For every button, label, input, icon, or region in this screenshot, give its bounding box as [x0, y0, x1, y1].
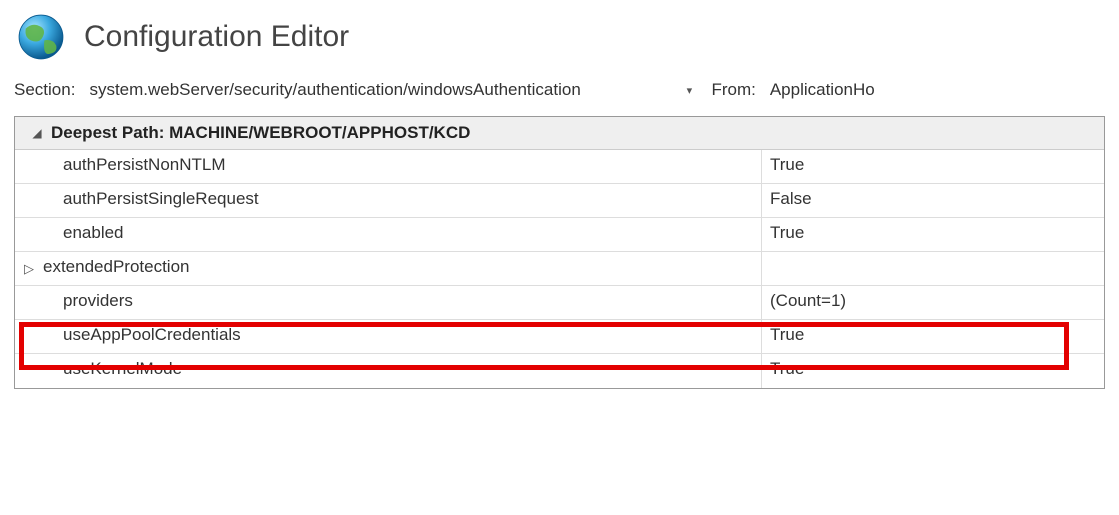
grid-row-providers[interactable]: providers (Count=1): [15, 286, 1104, 320]
expand-icon[interactable]: ▷: [15, 252, 43, 285]
from-dropdown-value: ApplicationHo: [770, 80, 875, 99]
prop-name: providers: [43, 286, 761, 319]
from-label: From:: [711, 80, 755, 100]
globe-icon: [14, 10, 68, 64]
prop-name: authPersistSingleRequest: [43, 184, 761, 217]
prop-name: useKernelMode: [43, 354, 761, 388]
grid-row-authpersistsinglerequest[interactable]: authPersistSingleRequest False: [15, 184, 1104, 218]
prop-name: useAppPoolCredentials: [43, 320, 761, 353]
grid-row-extendedprotection[interactable]: ▷ extendedProtection: [15, 252, 1104, 286]
section-dropdown[interactable]: system.webServer/security/authentication…: [83, 76, 703, 104]
prop-value[interactable]: [761, 252, 1104, 285]
grid-row-authpersistnonntlm[interactable]: authPersistNonNTLM True: [15, 150, 1104, 184]
prop-value[interactable]: True: [761, 218, 1104, 251]
section-bar: Section: system.webServer/security/authe…: [0, 68, 1119, 114]
chevron-down-icon: ▾: [681, 82, 697, 98]
section-dropdown-value: system.webServer/security/authentication…: [89, 80, 580, 100]
section-label: Section:: [14, 80, 75, 100]
grid-row-usekernelmode[interactable]: useKernelMode True: [15, 354, 1104, 388]
prop-value[interactable]: True: [761, 320, 1104, 353]
prop-value[interactable]: True: [761, 354, 1104, 388]
prop-value[interactable]: False: [761, 184, 1104, 217]
collapse-icon[interactable]: ◢: [23, 126, 51, 140]
grid-header-text: Deepest Path: MACHINE/WEBROOT/APPHOST/KC…: [51, 123, 470, 143]
prop-value[interactable]: True: [761, 150, 1104, 183]
property-grid: ◢ Deepest Path: MACHINE/WEBROOT/APPHOST/…: [14, 116, 1105, 389]
grid-header-row[interactable]: ◢ Deepest Path: MACHINE/WEBROOT/APPHOST/…: [15, 117, 1104, 150]
prop-name: authPersistNonNTLM: [43, 150, 761, 183]
grid-row-enabled[interactable]: enabled True: [15, 218, 1104, 252]
page-title: Configuration Editor: [84, 20, 349, 54]
header: Configuration Editor: [0, 0, 1119, 68]
prop-name: extendedProtection: [43, 252, 761, 285]
prop-value[interactable]: (Count=1): [761, 286, 1104, 319]
grid-row-useapppoolcredentials[interactable]: useAppPoolCredentials True: [15, 320, 1104, 354]
prop-name: enabled: [43, 218, 761, 251]
from-dropdown[interactable]: ApplicationHo: [764, 76, 881, 104]
